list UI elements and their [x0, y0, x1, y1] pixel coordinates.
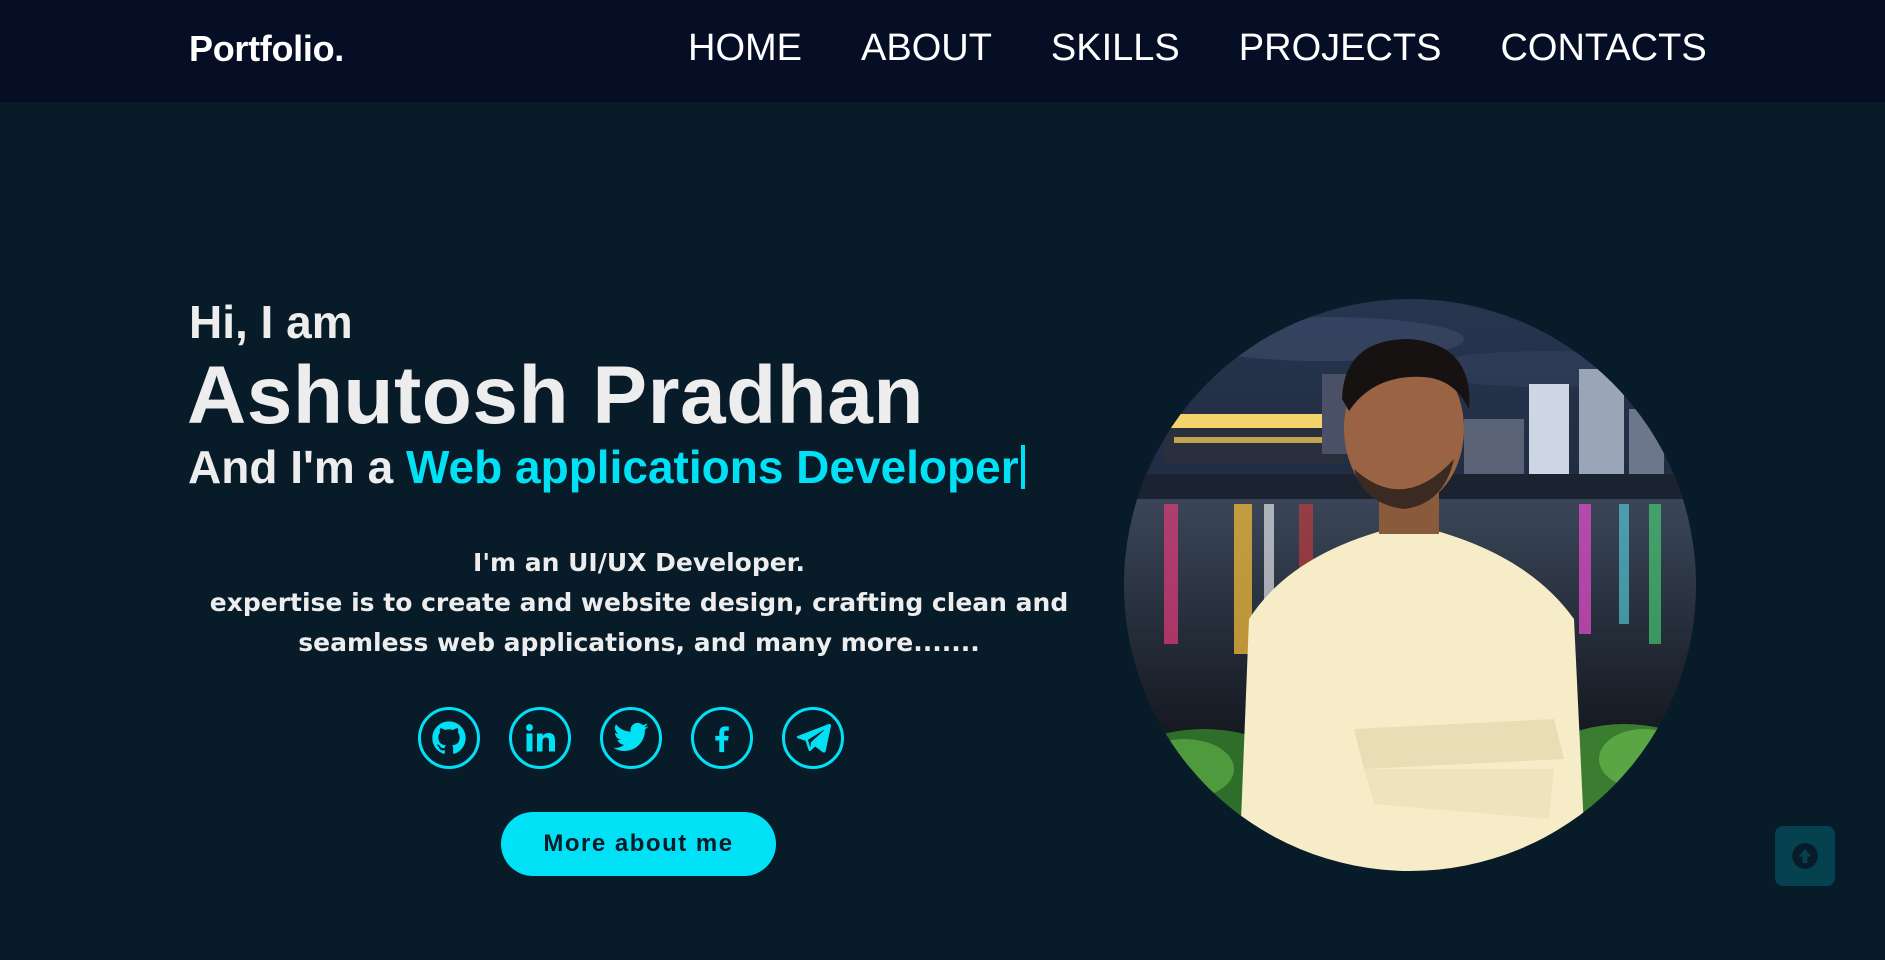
role-typed: Web applications Developer	[405, 441, 1019, 493]
social-links	[418, 707, 844, 769]
profile-photo-illustration	[1124, 299, 1696, 871]
intro-line: expertise is to create and website desig…	[209, 588, 1069, 617]
linkedin-icon	[526, 724, 555, 752]
intro-paragraph: I'm an UI/UX Developer. expertise is to …	[189, 543, 1089, 663]
linkedin-link[interactable]	[509, 707, 571, 769]
greeting: Hi, I am	[189, 296, 353, 348]
facebook-icon	[715, 726, 729, 753]
nav-link-about[interactable]: ABOUT	[861, 27, 992, 70]
more-about-me-button[interactable]: More about me	[501, 812, 776, 876]
nav-link-skills[interactable]: SKILLS	[1051, 27, 1180, 70]
arrow-up-circle-icon	[1792, 843, 1818, 869]
scroll-to-top-button[interactable]	[1775, 826, 1835, 886]
nav-link-home[interactable]: HOME	[688, 27, 802, 70]
telegram-icon	[796, 724, 831, 753]
profile-photo	[1124, 299, 1696, 871]
intro-line: I'm an UI/UX Developer.	[473, 548, 805, 577]
role-prefix: And I'm a	[188, 441, 406, 493]
role-line: And I'm a Web applications Developer	[188, 440, 1025, 494]
logo[interactable]: Portfolio.	[189, 28, 344, 70]
github-icon	[432, 721, 466, 754]
typing-cursor	[1020, 445, 1025, 489]
twitter-icon	[613, 722, 649, 751]
nav-link-projects[interactable]: PROJECTS	[1239, 27, 1442, 70]
hero-name: Ashutosh Pradhan	[187, 350, 924, 441]
telegram-link[interactable]	[782, 707, 844, 769]
nav-links: HOME ABOUT SKILLS PROJECTS CONTACTS	[688, 27, 1707, 70]
nav-link-contacts[interactable]: CONTACTS	[1500, 27, 1706, 70]
intro-line: seamless web applications, and many more…	[298, 628, 980, 657]
navbar: Portfolio. HOME ABOUT SKILLS PROJECTS CO…	[0, 0, 1885, 102]
github-link[interactable]	[418, 707, 480, 769]
facebook-link[interactable]	[691, 707, 753, 769]
twitter-link[interactable]	[600, 707, 662, 769]
